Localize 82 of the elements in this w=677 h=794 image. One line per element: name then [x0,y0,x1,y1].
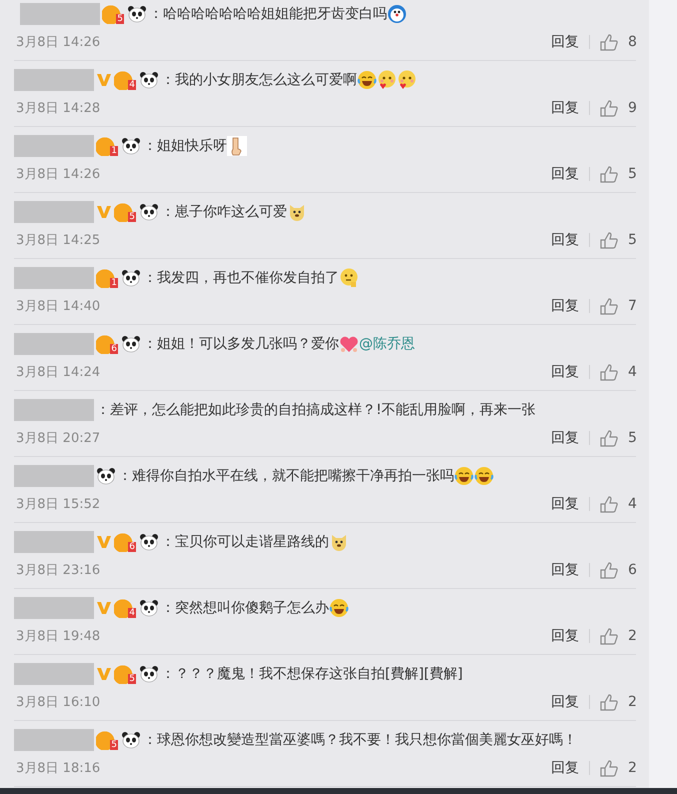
thumbs-up-icon[interactable] [600,760,618,776]
like-count: 8 [628,34,636,50]
comment-time: 3月8日 19:48 [15,628,102,645]
comment-time: 3月8日 16:10 [15,694,102,711]
comment-text: ：姐姐！可以多发几张吗？爱你 [143,335,339,353]
like-count: 9 [628,100,636,116]
level-badge: 5 [102,4,124,24]
thumbs-up-icon[interactable] [600,100,618,116]
reply-link[interactable]: 回复 [551,627,579,645]
laughing-face-icon [454,466,474,486]
comment-text: ：？？？魔鬼！我不想保存这张自拍[費解][費解] [161,665,463,683]
comment-text: ：崽子你咋这么可爱 [161,203,287,221]
comment-text: ：我发四，再也不催你发自拍了 [143,269,339,287]
comment-time: 3月8日 14:40 [15,298,102,315]
level-badge: 1 [96,268,118,288]
like-count: 2 [628,628,636,644]
level-badge: 4 [114,70,136,90]
reply-link[interactable]: 回复 [551,429,579,447]
level-badge: 1 [96,136,118,156]
comment-text: ：哈哈哈哈哈哈哈姐姐能把牙齿变白吗 [149,5,387,23]
laughing-face-icon [357,70,377,90]
thumbs-up-icon[interactable] [600,628,618,644]
thumbs-up-icon[interactable] [600,232,618,248]
comment-time: 3月8日 18:16 [15,760,102,777]
level-badge: 4 [114,598,136,618]
comment-text: ：姐姐快乐呀 [143,137,227,155]
comment-text: ：突然想叫你傻鹅子怎么办 [161,599,329,617]
comment-time: 3月8日 20:27 [15,430,102,447]
comment-time: 3月8日 14:26 [15,166,102,183]
comment-text: ：我的小女朋友怎么这么可爱啊 [161,71,357,89]
reply-link[interactable]: 回复 [551,561,579,579]
comment-text: ：宝贝你可以走谐星路线的 [161,533,329,551]
thumbs-up-icon[interactable] [600,694,618,710]
level-badge: 5 [114,202,136,222]
blushing-face-icon [397,70,417,90]
comment-time: 3月8日 15:52 [15,496,102,513]
comment-text: ：球恩你想改變造型當巫婆嗎？我不要！我只想你當個美麗女巫好嗎！ [143,731,577,749]
comment-time: 3月8日 14:24 [15,364,102,381]
like-count: 4 [628,496,636,512]
hand-icon [227,136,247,156]
like-count: 7 [628,298,636,314]
comment-time: 3月8日 14:26 [15,34,102,51]
thumbs-up-icon[interactable] [600,166,618,182]
thinking-face-icon [339,268,359,288]
like-count: 5 [628,166,636,182]
cartoon-face-icon [387,4,407,24]
reply-link[interactable]: 回复 [551,363,579,381]
thumbs-up-icon[interactable] [600,430,618,446]
laughing-face-icon [474,466,494,486]
like-count: 2 [628,694,636,710]
reply-link[interactable]: 回复 [551,297,579,315]
level-badge: 5 [96,730,118,750]
dog-face-icon [329,532,349,552]
reply-link[interactable]: 回复 [551,33,579,51]
heart-icon [339,334,359,354]
laughing-face-icon [329,598,349,618]
thumbs-up-icon[interactable] [600,364,618,380]
like-count: 2 [628,760,636,776]
like-count: 5 [628,232,636,248]
comment-time: 3月8日 23:16 [15,562,102,579]
reply-link[interactable]: 回复 [551,99,579,117]
comment-text: ：难得你自拍水平在线，就不能把嘴擦干净再拍一张吗 [118,467,454,485]
comment-text: ：差评，怎么能把如此珍贵的自拍搞成这样？!不能乱用脸啊，再来一张 [96,401,536,419]
dog-face-icon [287,202,307,222]
like-count: 6 [628,562,636,578]
level-badge: 5 [114,664,136,684]
blushing-face-icon [377,70,397,90]
comment-time: 3月8日 14:28 [15,100,102,117]
like-count: 4 [628,364,636,380]
thumbs-up-icon[interactable] [600,34,618,50]
like-count: 5 [628,430,636,446]
reply-link[interactable]: 回复 [551,693,579,711]
comment-time: 3月8日 14:25 [15,232,102,249]
reply-link[interactable]: 回复 [551,165,579,183]
reply-link[interactable]: 回复 [551,495,579,513]
level-badge: 6 [96,334,118,354]
reply-link[interactable]: 回复 [551,759,579,777]
thumbs-up-icon[interactable] [600,562,618,578]
level-badge: 6 [114,532,136,552]
thumbs-up-icon[interactable] [600,298,618,314]
reply-link[interactable]: 回复 [551,231,579,249]
thumbs-up-icon[interactable] [600,496,618,512]
